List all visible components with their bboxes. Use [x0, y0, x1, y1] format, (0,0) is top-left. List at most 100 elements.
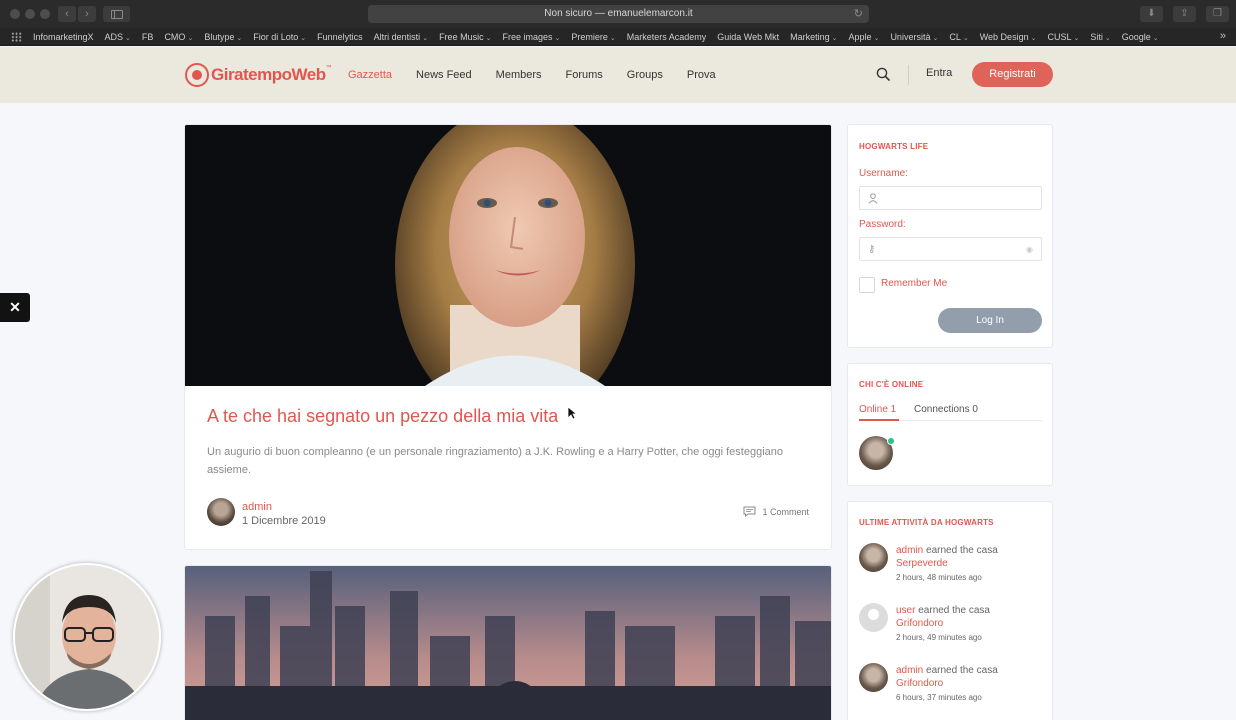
- login-button[interactable]: Log In: [938, 308, 1042, 333]
- bookmark-label: CMO: [164, 32, 186, 42]
- header-separator: [908, 65, 909, 85]
- post-card: A te che hai segnato un pezzo della mia …: [184, 124, 832, 550]
- chevron-down-icon: ⌄: [187, 35, 194, 42]
- author-name[interactable]: admin: [242, 501, 272, 513]
- activity-user[interactable]: admin: [896, 665, 923, 676]
- logo-trademark: ™: [325, 65, 332, 71]
- nav-item-members[interactable]: Members: [496, 69, 542, 81]
- register-button[interactable]: Registrati: [972, 62, 1053, 87]
- bookmark-item[interactable]: ADS ⌄: [105, 32, 131, 42]
- activity-avatar[interactable]: [859, 663, 888, 692]
- close-overlay-button[interactable]: ✕: [0, 293, 30, 322]
- activity-text: admin earned the casa Grifondoro: [896, 664, 1046, 690]
- chevron-down-icon: ⌄: [1104, 35, 1111, 42]
- who-is-online-widget: CHI C'È ONLINE Online 1 Connections 0: [847, 363, 1053, 486]
- bookmark-item[interactable]: CUSL ⌄: [1047, 32, 1079, 42]
- apps-grid-icon[interactable]: [11, 32, 22, 42]
- post-title[interactable]: A te che hai segnato un pezzo della mia …: [207, 406, 558, 427]
- username-input[interactable]: [859, 186, 1042, 210]
- bookmark-label: Siti: [1090, 32, 1103, 42]
- bookmark-item[interactable]: Google ⌄: [1122, 32, 1159, 42]
- comment-count: 1 Comment: [762, 506, 809, 517]
- bookmark-item[interactable]: CL ⌄: [949, 32, 968, 42]
- bookmark-item[interactable]: Free Music ⌄: [439, 32, 491, 42]
- bookmark-item[interactable]: Web Design ⌄: [980, 32, 1037, 42]
- nav-item-news-feed[interactable]: News Feed: [416, 69, 472, 81]
- show-password-icon[interactable]: ◉: [1026, 245, 1033, 254]
- bookmark-label: Blutype: [204, 32, 235, 42]
- search-icon[interactable]: [876, 67, 890, 81]
- address-bar-text: Non sicuro — emanuelemarcon.it: [544, 8, 693, 19]
- online-status-dot: [887, 437, 895, 445]
- bookmark-item[interactable]: Premiere ⌄: [571, 32, 615, 42]
- tab-connections[interactable]: Connections 0: [914, 404, 978, 415]
- chevron-down-icon: ⌄: [300, 35, 307, 42]
- activity-avatar[interactable]: [859, 603, 888, 632]
- activity-action: earned the casa: [918, 605, 990, 616]
- comments-link[interactable]: 1 Comment: [743, 506, 809, 517]
- tab-online[interactable]: Online 1: [859, 404, 896, 415]
- bookmark-label: Web Design: [979, 32, 1029, 42]
- window-zoom-button[interactable]: [40, 9, 50, 19]
- password-input[interactable]: ⚷ ◉: [859, 237, 1042, 261]
- nav-item-forums[interactable]: Forums: [566, 69, 603, 81]
- downloads-icon[interactable]: ⬇: [1140, 6, 1163, 22]
- bookmark-item[interactable]: FB: [142, 32, 154, 42]
- bookmark-label: Free Music: [439, 32, 484, 42]
- window-close-button[interactable]: [10, 9, 20, 19]
- post-featured-image[interactable]: [185, 125, 831, 386]
- bookmark-item[interactable]: Fior di Loto ⌄: [253, 32, 306, 42]
- bookmark-item[interactable]: CMO ⌄: [164, 32, 193, 42]
- login-link[interactable]: Entra: [926, 67, 952, 79]
- more-bookmarks-icon[interactable]: »: [1220, 30, 1226, 42]
- activity-house[interactable]: Serpeverde: [896, 558, 948, 569]
- activity-avatar[interactable]: [859, 543, 888, 572]
- window-minimize-button[interactable]: [25, 9, 35, 19]
- remember-me-label[interactable]: Remember Me: [881, 278, 947, 289]
- bookmark-label: Marketing: [790, 32, 830, 42]
- nav-item-prova[interactable]: Prova: [687, 69, 716, 81]
- site-logo[interactable]: GiratempoWeb ™: [185, 63, 332, 87]
- post-card: [184, 565, 832, 720]
- bookmark-item[interactable]: Marketers Academy: [627, 32, 707, 42]
- share-icon[interactable]: ⇪: [1173, 6, 1196, 22]
- activity-house[interactable]: Grifondoro: [896, 678, 943, 689]
- bookmark-item[interactable]: Guida Web Mkt: [717, 32, 779, 42]
- bookmark-item[interactable]: Free images ⌄: [502, 32, 560, 42]
- bookmark-label: Università: [890, 32, 931, 42]
- sidebar-toggle-icon[interactable]: [103, 6, 130, 22]
- post-featured-image[interactable]: [185, 566, 831, 720]
- login-widget-title: HOGWARTS LIFE: [859, 142, 929, 151]
- activity-user[interactable]: admin: [896, 545, 923, 556]
- bookmark-label: Premiere: [571, 32, 608, 42]
- back-button[interactable]: ‹: [58, 6, 76, 22]
- portrait-photo: [185, 125, 831, 386]
- nav-item-groups[interactable]: Groups: [627, 69, 663, 81]
- activity-time: 2 hours, 48 minutes ago: [896, 573, 982, 582]
- chevron-down-icon: ⌄: [962, 35, 969, 42]
- activity-house[interactable]: Grifondoro: [896, 618, 943, 629]
- bookmark-item[interactable]: Marketing ⌄: [790, 32, 837, 42]
- forward-button[interactable]: ›: [78, 6, 96, 22]
- bookmark-item[interactable]: Altri dentisti ⌄: [374, 32, 428, 42]
- main-navigation: Gazzetta News Feed Members Forums Groups Prov…: [348, 47, 716, 103]
- key-icon: ⚷: [868, 244, 876, 255]
- remember-me-checkbox[interactable]: [859, 277, 875, 293]
- password-label: Password:: [859, 219, 906, 230]
- reload-icon[interactable]: ↻: [854, 5, 863, 23]
- bookmark-label: Altri dentisti: [373, 32, 421, 42]
- nav-item-gazzetta[interactable]: Gazzetta: [348, 69, 392, 81]
- bookmark-label: Fior di Loto: [253, 32, 299, 42]
- bookmark-item[interactable]: Siti ⌄: [1090, 32, 1110, 42]
- bookmark-item[interactable]: Apple ⌄: [849, 32, 880, 42]
- chevron-down-icon: ⌄: [125, 35, 131, 42]
- bookmark-label: Apple: [848, 32, 872, 42]
- author-avatar[interactable]: [207, 498, 235, 526]
- activity-user[interactable]: user: [896, 605, 915, 616]
- bookmark-item[interactable]: Blutype ⌄: [204, 32, 242, 42]
- bookmark-item[interactable]: Funnelytics: [317, 32, 363, 42]
- bookmark-item[interactable]: InfomarketingX: [33, 32, 94, 42]
- tabs-overview-icon[interactable]: ❐: [1206, 6, 1229, 22]
- address-bar[interactable]: Non sicuro — emanuelemarcon.it ↻: [368, 5, 869, 23]
- bookmark-item[interactable]: Università ⌄: [890, 32, 938, 42]
